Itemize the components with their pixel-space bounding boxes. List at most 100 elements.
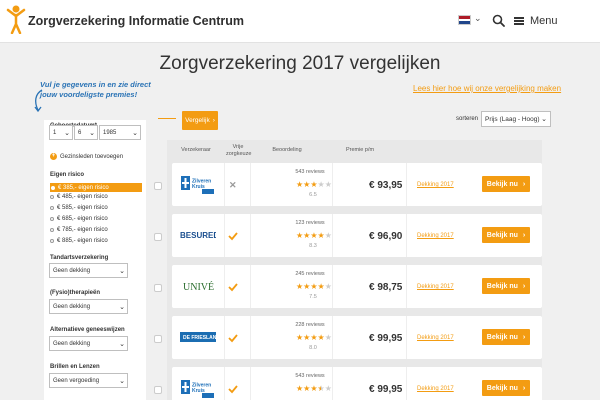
view-now-label: Bekijk nu [486,282,518,290]
alt-medicine-value: Geen dekking [53,340,91,347]
brand-name[interactable]: Zorgverzekering Informatie Centrum [28,14,244,28]
view-now-button[interactable]: Bekijk nu › [482,329,530,345]
review-count[interactable]: 543 reviews [290,169,330,175]
insurer-logo[interactable]: Zilveren Kruis [179,375,217,400]
review-count[interactable]: 228 reviews [290,322,330,328]
chevron-right-icon: › [522,231,526,239]
risk-option-885[interactable]: € 885,- eigen risico [50,238,108,244]
add-family-link[interactable]: + Gezinsleden toevoegen [50,153,123,160]
timeline-top [158,118,176,119]
alt-medicine-select[interactable]: Geen dekking ⌄ [49,336,128,351]
premium-price: € 96,90 [369,231,403,242]
result-row: DE FRIESLAND 228 reviews ★★★★★ 8.0 € 99,95 De… [172,316,542,359]
risk-option-585[interactable]: € 585,- eigen risico [50,205,108,211]
divider [224,214,225,257]
logo-figure-icon [6,5,26,34]
dutch-flag-icon [458,15,471,25]
alt-medicine-label: Alternatieve geneeswijzen [50,327,125,333]
chevron-down-icon: ⌄ [119,341,125,348]
methodology-link[interactable]: Lees hier hoe wij onze vergelijking make… [413,84,561,93]
star-rating: ★★★★★ [296,282,332,291]
risk-option-label: € 785,- eigen risico [57,227,108,233]
review-count[interactable]: 543 reviews [290,373,330,379]
svg-text:DE FRIESLAND: DE FRIESLAND [183,335,216,341]
view-now-button[interactable]: Bekijk nu › [482,227,530,243]
view-now-button[interactable]: Bekijk nu › [482,176,530,192]
star-rating: ★★★★★ [296,333,332,342]
glasses-select[interactable]: Geen vergoeding ⌄ [49,373,128,388]
compare-checkbox[interactable] [154,233,162,241]
view-now-label: Bekijk nu [486,180,518,188]
divider [224,163,225,206]
risk-option-485[interactable]: € 485,- eigen risico [50,194,108,200]
divider [250,316,251,359]
divider [332,367,333,400]
check-icon [228,232,238,241]
dob-month-select[interactable]: 6 ⌄ [74,125,98,140]
star-rating: ★★★★★ [296,180,332,189]
chevron-down-icon: ⌄ [119,268,125,275]
compare-button[interactable]: Vergelijk › [182,111,218,130]
divider [250,163,251,206]
compare-checkbox[interactable] [154,386,162,394]
physio-label: (Fysio)therapieën [50,290,101,296]
divider [332,163,333,206]
result-row: UNIVÉ 245 reviews ★★★★★ 7.5 € 98,75 Dekking 2… [172,265,542,308]
chevron-down-icon: ⌄ [119,304,125,311]
star-rating: ★★★★★ [296,231,332,240]
coverage-link[interactable]: Dekking 2017 [417,233,454,239]
check-icon [228,385,238,394]
radio-icon [51,185,55,190]
risk-option-385[interactable]: € 385,- eigen risico [50,183,142,192]
chevron-right-icon: › [522,180,526,188]
insurer-logo[interactable]: DE FRIESLAND [179,324,217,350]
risk-option-785[interactable]: € 785,- eigen risico [50,227,108,233]
divider [250,265,251,308]
insurer-logo[interactable]: UNIVÉ [179,273,217,299]
check-icon [228,334,238,343]
coverage-link[interactable]: Dekking 2017 [417,386,454,392]
coverage-link[interactable]: Dekking 2017 [417,284,454,290]
risk-option-685[interactable]: € 685,- eigen risico [50,216,108,222]
insurer-logo[interactable]: BESURED [179,222,217,248]
risk-option-label: € 385,- eigen risico [58,184,109,191]
premium-price: € 98,75 [369,282,403,293]
divider [332,214,333,257]
view-now-button[interactable]: Bekijk nu › [482,278,530,294]
search-icon[interactable] [492,14,505,27]
chevron-right-icon: › [522,282,526,290]
menu-label: Menu [530,15,558,27]
dob-year-value: 1985 [103,129,117,136]
insurer-logo[interactable]: Zilveren Kruis [179,171,217,197]
coverage-link[interactable]: Dekking 2017 [417,335,454,341]
chevron-right-icon: › [522,333,526,341]
view-now-button[interactable]: Bekijk nu › [482,380,530,396]
compare-checkbox[interactable] [154,284,162,292]
divider [224,316,225,359]
rating-score: 8.0 [309,345,317,351]
dental-value: Geen dekking [53,267,91,274]
page-title: Zorgverzekering 2017 vergelijken [159,53,441,74]
dob-year-select[interactable]: 1985 ⌄ [99,125,141,140]
dob-month-value: 6 [78,129,82,136]
risk-option-label: € 485,- eigen risico [57,194,108,200]
review-count[interactable]: 123 reviews [290,220,330,226]
risk-label: Eigen risico [50,172,85,178]
coverage-link[interactable]: Dekking 2017 [417,182,454,188]
dental-select[interactable]: Geen dekking ⌄ [49,263,128,278]
compare-label: Vergelijk [185,117,210,124]
divider [406,265,407,308]
review-count[interactable]: 245 reviews [290,271,330,277]
physio-select[interactable]: Geen dekking ⌄ [49,299,128,314]
sort-select[interactable]: Prijs (Laag - Hoog) ⌄ [481,111,551,127]
sort-value: Prijs (Laag - Hoog) [485,115,540,123]
view-now-label: Bekijk nu [486,384,518,392]
compare-checkbox[interactable] [154,182,162,190]
divider [224,265,225,308]
menu-button[interactable]: Menu [514,11,558,31]
dob-day-select[interactable]: 1 ⌄ [49,125,73,140]
compare-checkbox[interactable] [154,335,162,343]
risk-option-label: € 885,- eigen risico [57,238,108,244]
radio-icon [50,239,54,243]
radio-icon [50,217,54,221]
